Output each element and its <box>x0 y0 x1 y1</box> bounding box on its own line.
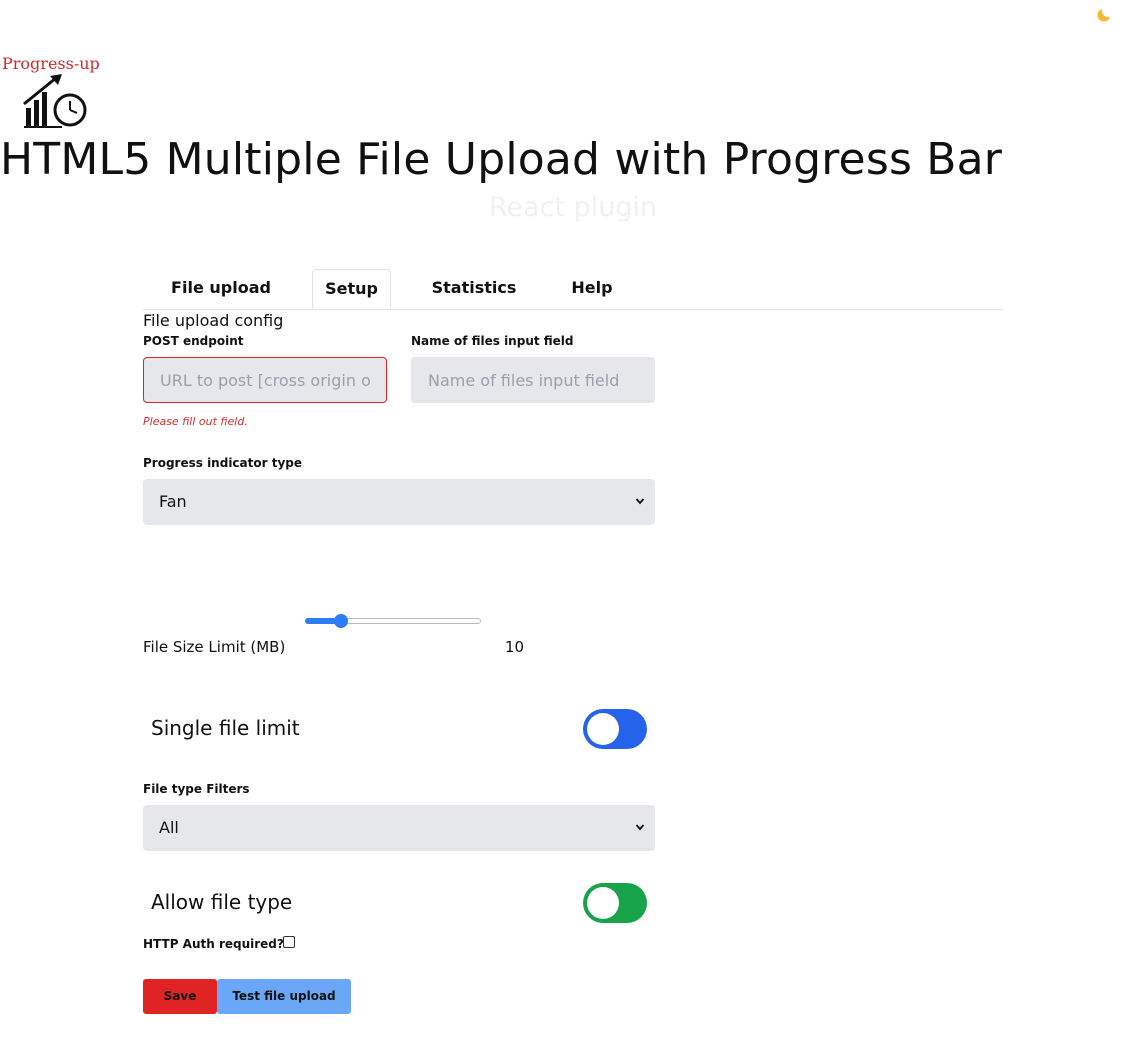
files-field-name-label: Name of files input field <box>411 334 574 348</box>
post-endpoint-input[interactable] <box>143 357 387 403</box>
single-file-limit-toggle[interactable] <box>583 709 647 749</box>
save-button[interactable]: Save <box>143 979 217 1014</box>
allow-file-type-toggle[interactable] <box>583 883 647 923</box>
post-endpoint-label: POST endpoint <box>143 334 244 348</box>
tab-file-upload[interactable]: File upload <box>143 269 299 307</box>
page-subtitle: React plugin <box>488 192 658 223</box>
file-type-filters-value: All <box>159 818 179 837</box>
slider-thumb[interactable] <box>334 614 348 628</box>
toggle-knob <box>587 887 619 919</box>
file-type-filters-label: File type Filters <box>143 782 250 796</box>
file-size-limit-value: 10 <box>505 638 525 656</box>
page-title: HTML5 Multiple File Upload with Progress… <box>0 134 1003 185</box>
http-auth-label: HTTP Auth required? <box>143 937 284 951</box>
allow-file-type-label: Allow file type <box>151 890 293 914</box>
progress-type-value: Fan <box>159 492 187 511</box>
moon-icon[interactable] <box>1093 6 1115 28</box>
progress-type-select[interactable]: Fan <box>143 479 655 525</box>
logo-text: Progress-up <box>2 54 100 73</box>
progress-type-label: Progress indicator type <box>143 456 302 470</box>
logo[interactable]: Progress-up <box>2 54 102 130</box>
toggle-knob <box>587 713 619 745</box>
file-type-filters-select[interactable]: All <box>143 805 655 851</box>
chevron-down-icon <box>635 479 645 544</box>
tab-statistics[interactable]: Statistics <box>418 269 530 307</box>
files-field-name-input[interactable] <box>411 357 655 403</box>
post-endpoint-error: Please fill out field. <box>143 415 248 428</box>
section-title: File upload config <box>143 311 284 330</box>
page: Progress-up HTML5 Multiple File Upload w… <box>0 0 1146 1062</box>
test-file-upload-button[interactable]: Test file upload <box>217 979 351 1014</box>
chart-clock-logo-icon <box>23 74 87 128</box>
single-file-limit-label: Single file limit <box>151 716 300 740</box>
file-size-limit-label: File Size Limit (MB) <box>143 638 286 656</box>
tab-setup[interactable]: Setup <box>312 269 391 309</box>
file-size-limit-slider[interactable] <box>305 612 481 630</box>
tab-help[interactable]: Help <box>553 269 631 307</box>
chevron-down-icon <box>635 805 645 870</box>
tab-bar: File upload Setup Statistics Help <box>143 269 1003 310</box>
http-auth-checkbox[interactable] <box>283 936 295 948</box>
